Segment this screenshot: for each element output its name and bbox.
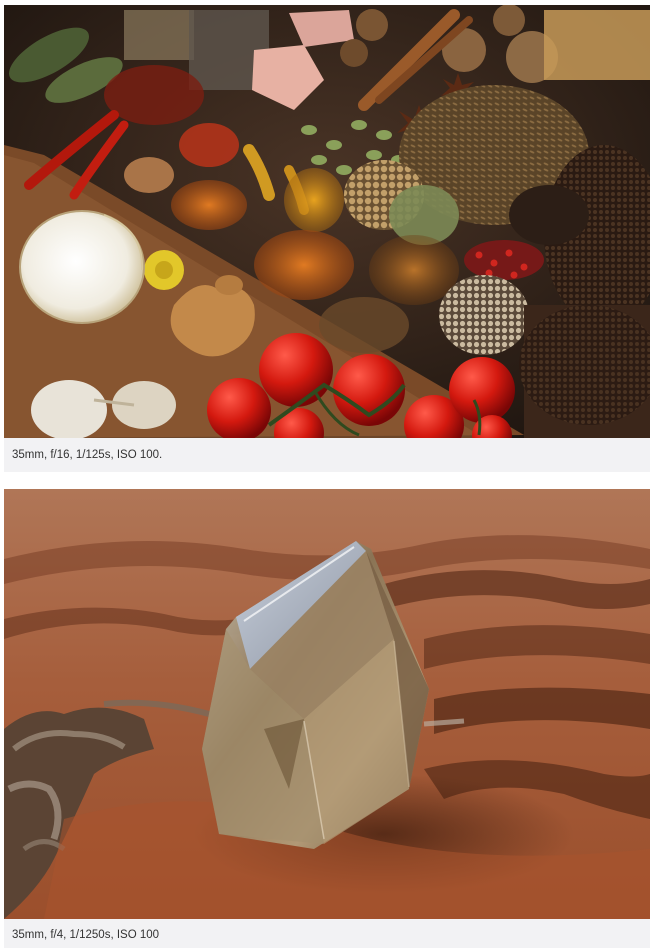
photo-figure-spices: 35mm, f/16, 1/125s, ISO 100. [4,5,650,472]
photo-caption: 35mm, f/16, 1/125s, ISO 100. [12,449,163,461]
photo-caption: 35mm, f/4, 1/1250s, ISO 100 [12,929,160,941]
crystal-photo[interactable] [4,489,650,919]
photo-figure-crystal: 35mm, f/4, 1/1250s, ISO 100 [4,489,650,948]
spices-photo[interactable] [4,5,650,438]
